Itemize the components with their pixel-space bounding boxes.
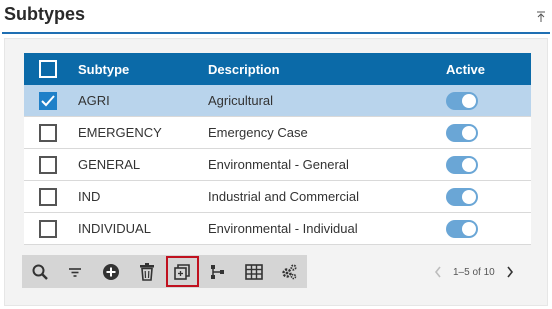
table-row[interactable]: IND Industrial and Commercial	[24, 181, 531, 213]
filter-icon[interactable]	[58, 255, 94, 288]
subtypes-grid: Subtype Description Active AGRI Agricult…	[24, 53, 531, 245]
table-icon[interactable]	[236, 255, 272, 288]
grid-header: Subtype Description Active	[24, 53, 531, 85]
delete-icon[interactable]	[129, 255, 165, 288]
chevron-right-icon[interactable]	[502, 264, 518, 280]
collapse-icon[interactable]	[536, 10, 546, 22]
active-toggle[interactable]	[446, 219, 478, 238]
page-header: Subtypes	[0, 0, 552, 34]
pagination: 1–5 of 10	[430, 262, 518, 282]
subtype-cell: EMERGENCY	[78, 125, 162, 140]
description-cell: Environmental - Individual	[208, 221, 358, 236]
hierarchy-icon[interactable]	[200, 255, 236, 288]
subtype-cell: AGRI	[78, 93, 110, 108]
search-icon[interactable]	[22, 255, 58, 288]
description-cell: Emergency Case	[208, 125, 308, 140]
table-row[interactable]: INDIVIDUAL Environmental - Individual	[24, 213, 531, 245]
active-toggle[interactable]	[446, 123, 478, 142]
description-cell: Environmental - General	[208, 157, 349, 172]
subtype-cell: INDIVIDUAL	[78, 221, 151, 236]
page-title: Subtypes	[4, 4, 86, 24]
add-icon[interactable]	[93, 255, 129, 288]
row-checkbox[interactable]	[39, 187, 57, 206]
copy-icon[interactable]	[165, 255, 201, 288]
description-cell: Agricultural	[208, 93, 274, 108]
row-checkbox[interactable]	[39, 91, 57, 110]
subtype-cell: IND	[78, 189, 101, 204]
subtype-cell: GENERAL	[78, 157, 141, 172]
column-header-active[interactable]: Active	[432, 62, 531, 77]
table-row[interactable]: AGRI Agricultural	[24, 85, 531, 117]
column-header-subtype[interactable]: Subtype	[72, 62, 202, 77]
active-toggle[interactable]	[446, 187, 478, 206]
row-checkbox[interactable]	[39, 123, 57, 142]
active-toggle[interactable]	[446, 155, 478, 174]
active-toggle[interactable]	[446, 91, 478, 110]
page-range: 1–5 of 10	[453, 266, 495, 278]
settings-icon[interactable]	[271, 255, 307, 288]
row-checkbox[interactable]	[39, 155, 57, 174]
table-row[interactable]: GENERAL Environmental - General	[24, 149, 531, 181]
chevron-left-icon[interactable]	[430, 264, 446, 280]
row-checkbox[interactable]	[39, 219, 57, 238]
header-divider	[2, 32, 550, 34]
column-header-description[interactable]: Description	[202, 62, 432, 77]
grid-toolbar	[22, 255, 307, 288]
select-all-checkbox[interactable]	[39, 60, 57, 78]
table-row[interactable]: EMERGENCY Emergency Case	[24, 117, 531, 149]
description-cell: Industrial and Commercial	[208, 189, 360, 204]
